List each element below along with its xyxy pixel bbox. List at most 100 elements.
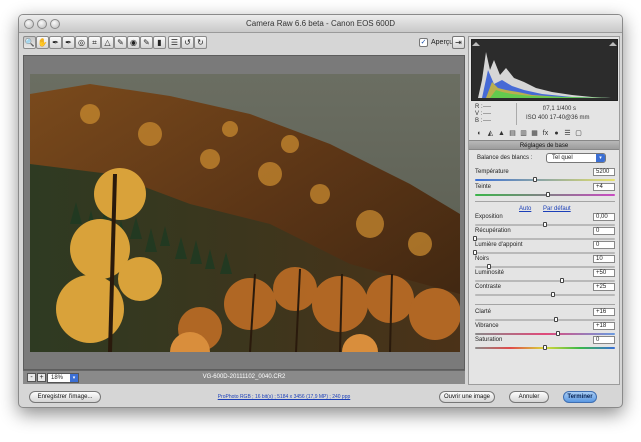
r-label: R :	[475, 104, 483, 110]
clarity-value-field[interactable]: +16	[593, 308, 615, 316]
vibrance-value-field[interactable]: +18	[593, 322, 615, 330]
panel-tab-1-icon[interactable]: ◭	[486, 129, 495, 138]
panel-tab-4-icon[interactable]: ▥	[519, 129, 528, 138]
contrast-slider-track[interactable]	[475, 294, 615, 296]
histogram	[471, 39, 618, 101]
adjustment-brush-button[interactable]: ✎	[140, 36, 153, 49]
readout: R : ---- V : ---- B : ---- f/7,1 1/400 s…	[471, 103, 618, 125]
panel-tab-6-icon[interactable]: fx	[541, 129, 550, 138]
exposure-slider-thumb[interactable]	[543, 222, 547, 227]
fill-light-slider-track[interactable]	[475, 252, 615, 254]
recovery-slider-thumb[interactable]	[473, 236, 477, 241]
temperature-value-field[interactable]: 5200	[593, 168, 615, 176]
temperature-slider-thumb[interactable]	[533, 177, 538, 182]
r-value: ----	[483, 104, 491, 110]
iso-lens: ISO 400 17-40@36 mm	[526, 115, 590, 121]
blacks-slider-track[interactable]	[475, 266, 615, 268]
tint-value-field[interactable]: +4	[593, 183, 615, 191]
brightness-label: Luminosité	[475, 270, 505, 276]
cancel-button[interactable]: Annuler	[509, 391, 549, 403]
hand-button[interactable]: ✋	[36, 36, 49, 49]
chevron-down-icon: ▾	[596, 154, 605, 162]
clarity-slider-thumb[interactable]	[554, 317, 559, 322]
title-bar: Camera Raw 6.6 beta - Canon EOS 600D	[19, 15, 622, 33]
white-balance-button[interactable]: ✒	[49, 36, 62, 49]
blacks-slider-thumb[interactable]	[487, 264, 491, 269]
rotate-left-button[interactable]: ↺	[181, 36, 194, 49]
auto-link[interactable]: Auto	[519, 206, 531, 212]
white-balance-select[interactable]: Tel quel ▾	[546, 153, 606, 163]
v-value: ----	[483, 111, 491, 117]
panel-tab-7-icon[interactable]: ●	[552, 129, 561, 138]
fullscreen-button[interactable]: ⇥	[452, 36, 465, 49]
panel-tab-5-icon[interactable]: ▦	[530, 129, 539, 138]
targeted-adjustment-button[interactable]: ◎	[75, 36, 88, 49]
panel-tab-9-icon[interactable]: ▢	[574, 129, 583, 138]
saturation-slider-row: Saturation 0	[475, 336, 615, 351]
fill-light-slider-row: Lumière d'appoint 0	[473, 241, 615, 256]
contrast-slider-thumb[interactable]	[551, 292, 556, 297]
camera-raw-window: Camera Raw 6.6 beta - Canon EOS 600D 🔍 ✋ ✒…	[18, 14, 623, 408]
fill-light-slider-thumb[interactable]	[473, 250, 477, 255]
brightness-slider-row: Luminosité +50	[475, 269, 615, 284]
vibrance-slider-track[interactable]	[475, 333, 615, 335]
blacks-slider-row: Noirs 10	[475, 255, 615, 270]
saturation-value-field[interactable]: 0	[593, 336, 615, 344]
panel-tab-0-icon[interactable]: ◐	[475, 129, 484, 138]
contrast-slider-row: Contraste +25	[475, 283, 615, 298]
clarity-slider-track[interactable]	[475, 319, 615, 321]
clarity-slider-row: Clarté +16	[475, 308, 615, 323]
contrast-label: Contraste	[475, 284, 502, 290]
brightness-slider-thumb[interactable]	[559, 278, 564, 283]
panel-tab-2-icon[interactable]: ▲	[497, 129, 506, 138]
saturation-slider-thumb[interactable]	[543, 345, 547, 350]
contrast-value-field[interactable]: +25	[593, 283, 615, 291]
tool-bar: 🔍 ✋ ✒ ✒ ◎ ⌗ △ ✎ ◉ ✎ ▮ ☰ ↺ ↻ ✓ Aperçu ⇥	[23, 36, 465, 52]
zoom-button[interactable]: 🔍	[23, 36, 36, 49]
photo-preview[interactable]	[30, 74, 460, 352]
default-link[interactable]: Par défaut	[543, 206, 571, 212]
vibrance-slider-thumb[interactable]	[555, 331, 560, 336]
panel-tab-3-icon[interactable]: ▤	[508, 129, 517, 138]
preferences-button[interactable]: ☰	[168, 36, 181, 49]
adjustment-panel: R : ---- V : ---- B : ---- f/7,1 1/400 s…	[468, 36, 620, 385]
brightness-value-field[interactable]: +50	[593, 269, 615, 277]
workflow-options-link[interactable]: ProPhoto RGB ; 16 bit(s) ; 5184 x 3456 (…	[189, 394, 379, 400]
tint-slider-row: Teinte +4	[475, 183, 615, 198]
fill-light-value-field[interactable]: 0	[593, 241, 615, 249]
section-title: Réglages de base	[469, 140, 619, 150]
zoom-bar: - + 18% ▾ VG-600D-20111102_0040.CR2	[23, 370, 465, 384]
straighten-button[interactable]: △	[101, 36, 114, 49]
exposure-value-field[interactable]: 0,00	[593, 213, 615, 221]
panel-tabs: ◐ ◭ ▲ ▤ ▥ ▦ fx ● ☰ ▢	[471, 129, 618, 139]
v-label: V :	[475, 111, 483, 117]
save-image-button[interactable]: Enregistrer l'image...	[29, 391, 101, 403]
aperture-shutter: f/7,1 1/400 s	[543, 106, 577, 112]
autumn-forest-photo	[30, 74, 460, 352]
white-balance-value: Tel quel	[552, 155, 573, 161]
vibrance-slider-row: Vibrance +18	[475, 322, 615, 337]
fill-light-label: Lumière d'appoint	[475, 242, 523, 248]
file-name: VG-600D-20111102_0040.CR2	[202, 374, 286, 380]
red-eye-button[interactable]: ◉	[127, 36, 140, 49]
tint-slider-thumb[interactable]	[545, 192, 550, 197]
spot-removal-button[interactable]: ✎	[114, 36, 127, 49]
brightness-slider-track[interactable]	[475, 280, 615, 282]
color-sampler-button[interactable]: ✒	[62, 36, 75, 49]
recovery-value-field[interactable]: 0	[593, 227, 615, 235]
blacks-value-field[interactable]: 10	[593, 255, 615, 263]
panel-tab-8-icon[interactable]: ☰	[563, 129, 572, 138]
temperature-slider-track[interactable]	[475, 179, 615, 181]
image-preview-area[interactable]	[23, 55, 465, 370]
crop-button[interactable]: ⌗	[88, 36, 101, 49]
preview-checkbox[interactable]: ✓	[419, 38, 428, 47]
saturation-label: Saturation	[475, 337, 503, 343]
clarity-label: Clarté	[475, 309, 492, 315]
open-image-button[interactable]: Ouvrir une image	[439, 391, 495, 403]
graduated-filter-button[interactable]: ▮	[153, 36, 166, 49]
rotate-right-button[interactable]: ↻	[194, 36, 207, 49]
temperature-label: Température	[475, 169, 509, 175]
recovery-slider-track[interactable]	[475, 238, 615, 240]
recovery-label: Récupération	[475, 228, 511, 234]
done-button[interactable]: Terminer	[563, 391, 597, 403]
